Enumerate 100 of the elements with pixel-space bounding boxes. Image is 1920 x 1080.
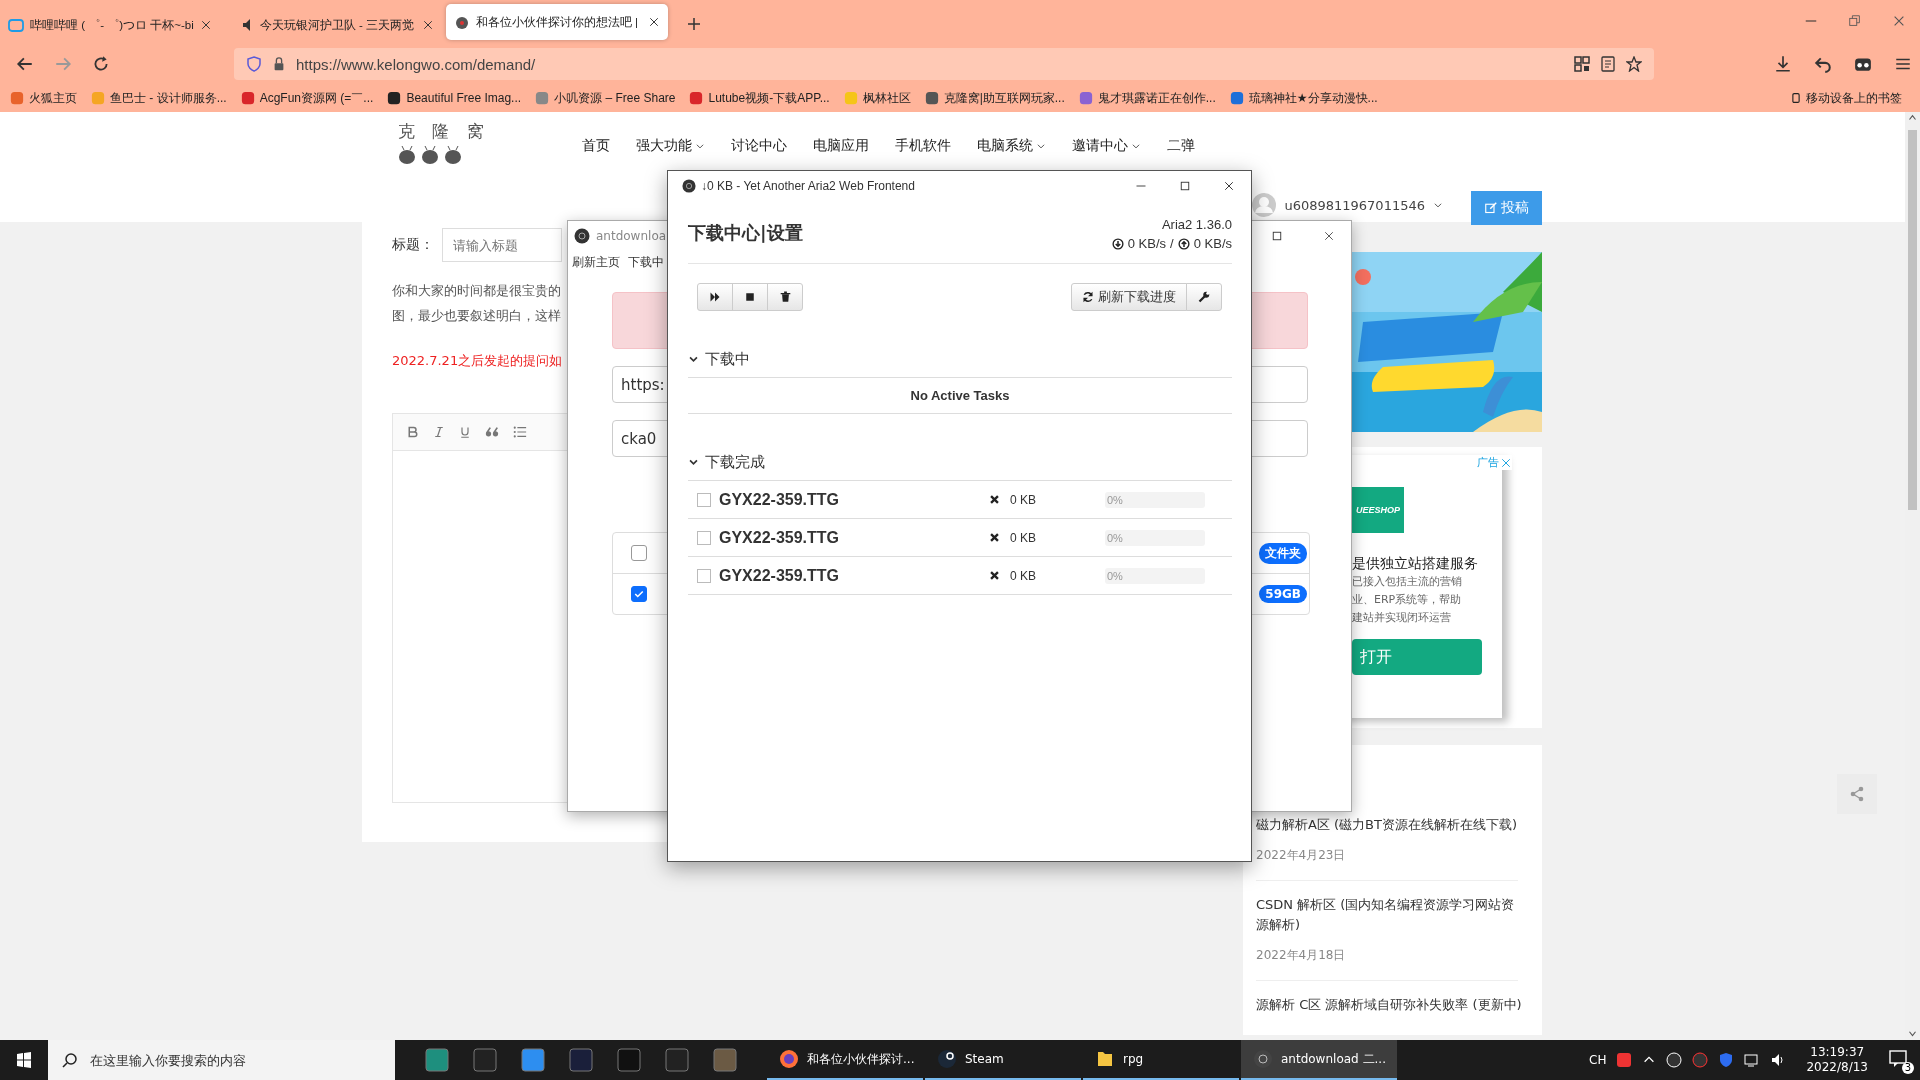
checkbox[interactable]: [697, 568, 711, 583]
extension-icon[interactable]: [1854, 55, 1872, 73]
bookmark[interactable]: 枫林社区: [843, 89, 911, 107]
file-size: 0 KB: [1010, 568, 1037, 583]
list-icon[interactable]: [513, 425, 527, 439]
share-button[interactable]: [1837, 774, 1877, 814]
app-icon: [574, 228, 590, 244]
bookmark[interactable]: Lutube视频-下载APP...: [689, 89, 830, 107]
ad-text: 建站并实现闭环运营: [1352, 610, 1452, 626]
browser-tab[interactable]: 和各位小伙伴探讨你的想法吧 |: [445, 4, 668, 40]
menu-item[interactable]: 下载中: [628, 253, 664, 271]
new-tab-icon[interactable]: [685, 16, 702, 32]
clock[interactable]: 13:19:37 2022/8/13: [1806, 1045, 1868, 1075]
address-bar[interactable]: https://www.kelongwo.com/demand/: [234, 48, 1654, 80]
app-icon[interactable]: [713, 1048, 737, 1072]
site-icon: [91, 91, 105, 105]
app-icon[interactable]: [665, 1048, 689, 1072]
search-field[interactable]: 在这里输入你要搜索的内容: [48, 1040, 395, 1080]
time-text: 13:19:37: [1809, 1045, 1866, 1060]
bookmark[interactable]: AcgFun资源网 (=￣...: [240, 89, 374, 107]
section-header[interactable]: 下载中: [688, 341, 1232, 378]
settings-button[interactable]: [1186, 283, 1222, 311]
underline-icon[interactable]: [459, 425, 471, 439]
reader-icon[interactable]: [1600, 56, 1616, 72]
nav-link[interactable]: 电脑应用: [813, 136, 869, 156]
checkbox[interactable]: [697, 492, 711, 507]
post-link[interactable]: 磁力解析A区 (磁力BT资源在线解析在线下载): [1256, 815, 1526, 835]
star-icon[interactable]: [1626, 56, 1642, 72]
title-field[interactable]: 请输入标题: [442, 228, 562, 262]
bookmark[interactable]: 鬼才琪露诺正在创作...: [1078, 89, 1216, 107]
resume-button[interactable]: [697, 283, 733, 311]
bookmark[interactable]: 琉璃神社★分享动漫快...: [1229, 89, 1378, 107]
nav-link[interactable]: 电脑系统: [977, 136, 1046, 156]
network-icon[interactable]: [1744, 1052, 1761, 1068]
nav-link[interactable]: 手机软件: [895, 136, 951, 156]
restore-icon[interactable]: [1848, 14, 1862, 28]
delete-button[interactable]: [767, 283, 803, 311]
site-icon: [1078, 91, 1093, 105]
bookmark[interactable]: 鱼巴士 - 设计师服务...: [91, 89, 227, 107]
close-icon[interactable]: [1323, 230, 1335, 242]
remove-icon[interactable]: [989, 570, 1000, 581]
close-icon: [421, 19, 434, 31]
logo-drawing: [398, 145, 462, 165]
folder-icon: [1095, 1049, 1115, 1069]
nav-link[interactable]: 讨论中心: [731, 136, 787, 156]
refresh-button[interactable]: 刷新下载进度: [1071, 283, 1187, 311]
app-icon[interactable]: [473, 1048, 497, 1072]
bookmark[interactable]: 克隆窝|助互联网玩家...: [924, 89, 1065, 107]
username[interactable]: u6089811967011546: [1284, 197, 1425, 213]
shield-icon: [246, 56, 262, 72]
caret-icon[interactable]: [1433, 200, 1443, 210]
browser-tab[interactable]: 今天玩银河护卫队 - 三天两觉: [229, 6, 442, 44]
quote-icon[interactable]: [485, 425, 499, 439]
checkbox[interactable]: [631, 545, 647, 561]
app-icon[interactable]: [617, 1048, 641, 1072]
bookmark[interactable]: 小叽资源 – Free Share: [535, 89, 676, 107]
stop-button[interactable]: [732, 283, 768, 311]
nav-link[interactable]: 邀请中心: [1072, 136, 1141, 156]
taskbar-app[interactable]: rpg: [1083, 1040, 1239, 1080]
post-link[interactable]: 源解析 C区 源解析域自研弥补失败率 (更新中): [1256, 995, 1526, 1015]
nav-link[interactable]: 强大功能: [636, 136, 705, 156]
bookmark[interactable]: 火狐主页: [10, 89, 77, 107]
nav-link[interactable]: 二弹: [1167, 136, 1195, 156]
browser-tab[interactable]: 哔哩哔哩 ( ゜- ゜)つロ 干杯~-bi: [0, 6, 220, 44]
page-heading: 下载中心|设置: [688, 221, 803, 245]
remove-icon[interactable]: [989, 494, 1000, 505]
progress-text: 0%: [1106, 493, 1123, 506]
post-link[interactable]: CSDN 解析区 (国内知名编程资源学习网站资源解析): [1256, 895, 1526, 935]
qr-code-icon[interactable]: [1574, 56, 1590, 72]
undo-arrow-icon[interactable]: [1814, 55, 1832, 73]
logo-text: 克 隆 窝: [398, 120, 490, 143]
taskbar-app[interactable]: 和各位小伙伴探讨...: [767, 1040, 923, 1080]
remove-icon[interactable]: [989, 532, 1000, 543]
app-icon[interactable]: [425, 1048, 449, 1072]
post-date: 2022年4月18日: [1256, 947, 1347, 964]
scrollbar-thumb[interactable]: [1908, 130, 1917, 510]
checkbox[interactable]: [697, 530, 711, 545]
notification-count: 3: [1901, 1062, 1914, 1074]
checkbox[interactable]: [631, 586, 647, 602]
nav-link[interactable]: 首页: [582, 136, 610, 156]
taskbar-app[interactable]: antdownload 二...: [1241, 1040, 1397, 1080]
reload-icon[interactable]: [92, 55, 110, 73]
italic-icon[interactable]: [433, 425, 445, 439]
bookmark[interactable]: Beautiful Free Imag...: [387, 91, 522, 105]
taskbar-app[interactable]: Steam: [925, 1040, 1081, 1080]
section-header[interactable]: 下载完成: [688, 444, 1232, 481]
notification-button[interactable]: 3: [1888, 1048, 1912, 1072]
shield-icon[interactable]: [1718, 1052, 1735, 1068]
download-icon[interactable]: [1774, 55, 1792, 73]
bookmark-folder[interactable]: 移动设备上的书签: [1791, 89, 1920, 107]
app-icon[interactable]: [569, 1048, 593, 1072]
close-icon: [647, 16, 660, 28]
site-icon: [689, 91, 704, 105]
menu-item[interactable]: 刷新主页: [572, 253, 620, 271]
input-method[interactable]: CH: [1589, 1053, 1607, 1067]
back-icon[interactable]: [16, 55, 34, 73]
windows-start-icon[interactable]: [16, 1052, 32, 1068]
bold-icon[interactable]: [407, 425, 419, 439]
maximize-icon[interactable]: [1271, 230, 1283, 242]
app-icon[interactable]: [521, 1048, 545, 1072]
